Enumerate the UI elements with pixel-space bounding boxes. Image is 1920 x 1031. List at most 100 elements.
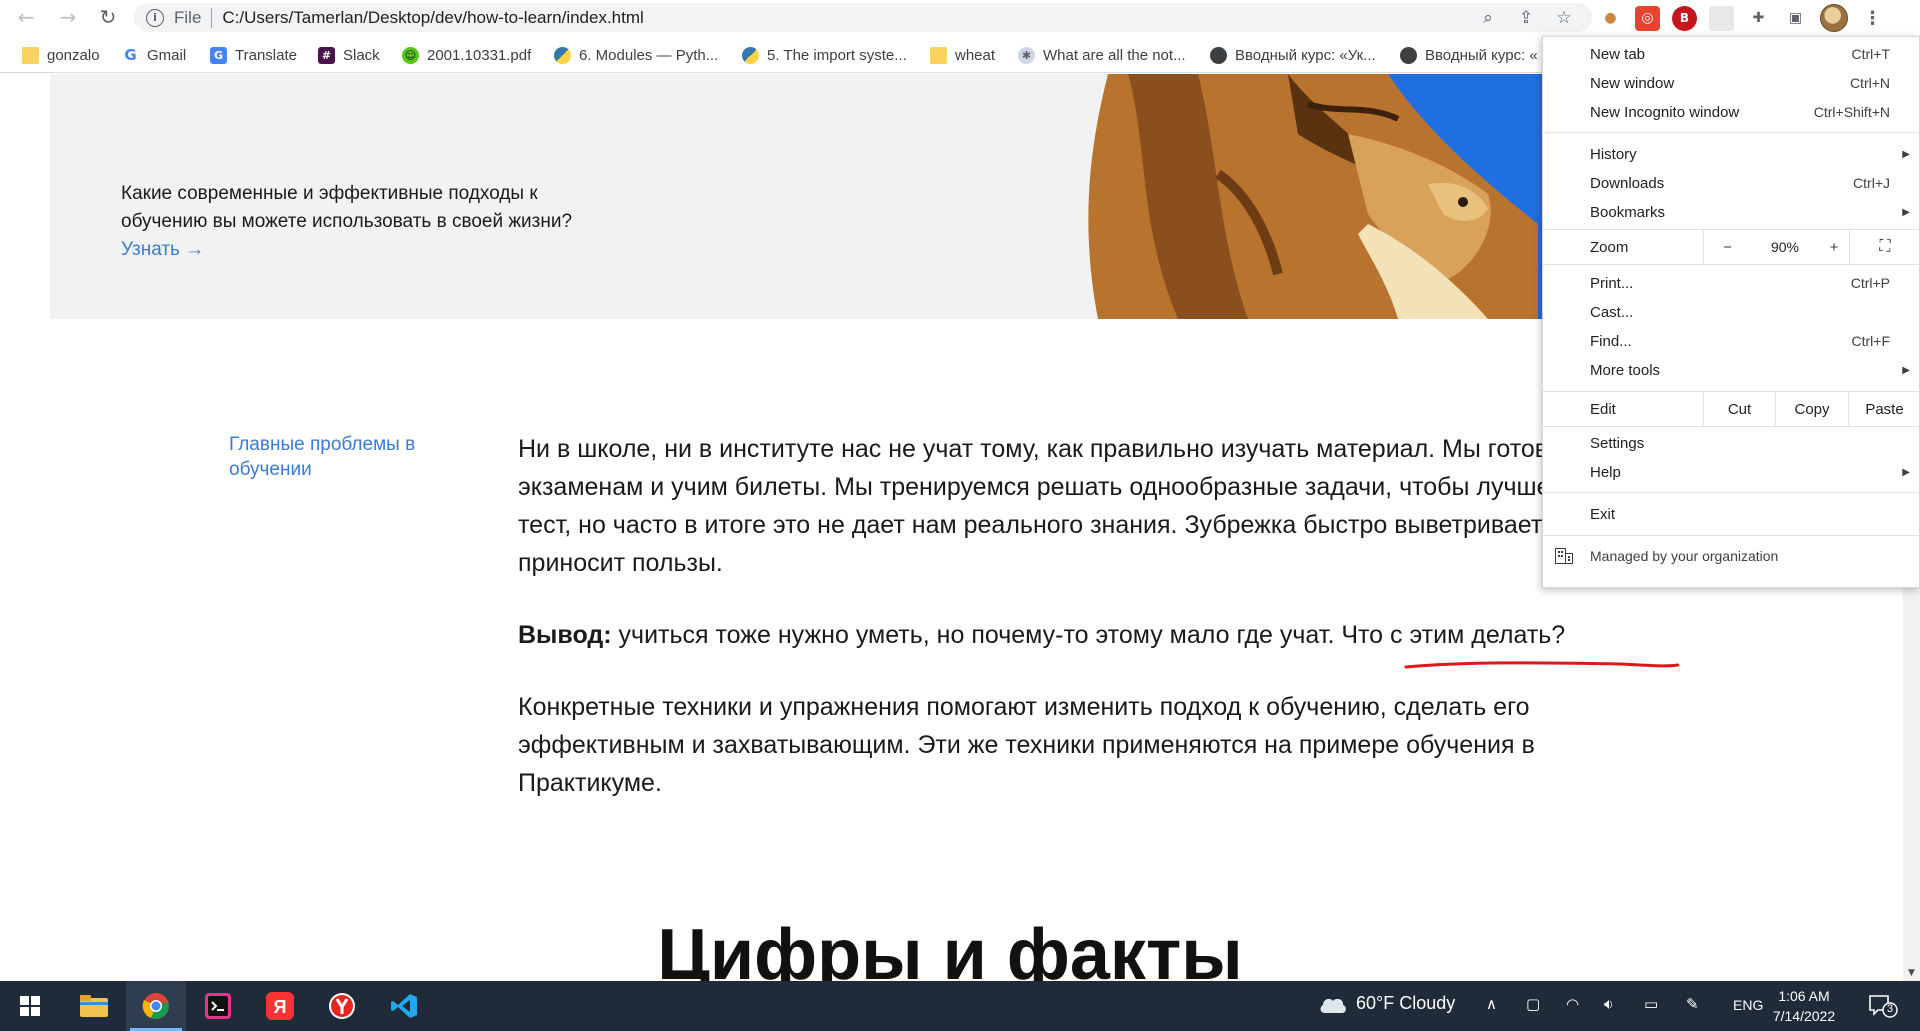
menu-item-bookmarks[interactable]: Bookmarks ▶ (1543, 198, 1920, 226)
menu-item-cast[interactable]: Cast... (1543, 298, 1920, 326)
red-extension-icon[interactable]: ◎ (1635, 5, 1660, 31)
smiley-icon: ☺ (402, 46, 419, 64)
meet-now-icon[interactable]: ▢ (1526, 995, 1540, 1013)
taskbar-vscode[interactable] (374, 981, 434, 1031)
gray-extension-icon[interactable] (1709, 5, 1734, 31)
hero-question: Какие современные и эффективные подходы … (121, 183, 573, 232)
zoom-out-button[interactable]: − (1703, 230, 1751, 264)
notification-center[interactable]: 3 (1868, 993, 1898, 1019)
menu-item-find[interactable]: Find... Ctrl+F (1543, 327, 1920, 355)
taskbar-file-explorer[interactable] (64, 981, 124, 1031)
pen-icon[interactable]: ✎ (1686, 995, 1699, 1013)
side-panel-icon[interactable]: ▣ (1783, 6, 1808, 31)
weather-widget[interactable]: 60°F Cloudy (1318, 993, 1455, 1014)
hero-text: Какие современные и эффективные подходы … (121, 180, 591, 264)
bookmark-item[interactable]: gonzalo (22, 44, 100, 66)
wifi-icon[interactable]: ◠ (1566, 995, 1579, 1013)
globe-icon: ✱ (1018, 46, 1035, 64)
menu-zoom-row: Zoom − 90% + ⛶ (1543, 229, 1920, 265)
paste-button[interactable]: Paste (1848, 392, 1920, 426)
article-body: Ни в школе, ни в институте нас не учат т… (518, 430, 1638, 836)
bookmark-label: 5. The import syste... (767, 46, 907, 64)
taskbar-terminal[interactable] (188, 981, 248, 1031)
menu-item-new-tab[interactable]: New tab Ctrl+T (1543, 40, 1920, 68)
building-icon (1555, 548, 1573, 564)
cookie-extension-icon[interactable]: ● (1598, 6, 1623, 31)
google-icon: G (124, 46, 137, 64)
bookmark-item[interactable]: G Translate (210, 44, 297, 66)
hero-banner: Какие современные и эффективные подходы … (50, 74, 1608, 319)
address-bar[interactable]: i File C:/Users/Tamerlan/Desktop/dev/how… (134, 3, 1592, 32)
scroll-down-icon[interactable]: ▼ (1903, 964, 1920, 981)
bookmark-item[interactable]: 6. Modules — Pyth... (554, 44, 718, 66)
bookmark-item[interactable]: ☺ 2001.10331.pdf (402, 44, 531, 66)
menu-shortcut: Ctrl+Shift+N (1813, 104, 1890, 120)
start-button[interactable] (0, 981, 60, 1031)
notification-count: 3 (1886, 1003, 1894, 1015)
language-indicator[interactable]: ENG (1733, 997, 1763, 1013)
clock-date: 7/14/2022 (1772, 1008, 1836, 1024)
svg-text:Я: Я (274, 997, 287, 1017)
conclusion-text: учиться тоже нужно уметь, но почему-то э… (618, 621, 1566, 649)
bookmark-item[interactable]: G Gmail (122, 44, 186, 66)
menu-item-help[interactable]: Help ▶ (1543, 458, 1920, 486)
forward-button[interactable]: → (54, 3, 82, 31)
menu-item-settings[interactable]: Settings (1543, 429, 1920, 457)
taskbar-chrome[interactable] (126, 981, 186, 1031)
reload-button[interactable]: ↻ (94, 3, 122, 31)
taskbar-clock[interactable]: 1:06 AM 7/14/2022 (1764, 986, 1844, 1026)
hero-painting (1068, 74, 1608, 319)
zoom-in-button[interactable]: + (1819, 230, 1849, 264)
windows-logo-icon (20, 996, 40, 1016)
back-button[interactable]: ← (12, 3, 40, 31)
bookmark-label: 6. Modules — Pyth... (579, 46, 719, 64)
bookmark-item[interactable]: Вводный курс: «Ук... (1210, 44, 1376, 66)
fullscreen-icon[interactable]: ⛶ (1849, 230, 1920, 264)
b-extension-icon[interactable]: B (1672, 5, 1697, 31)
menu-item-exit[interactable]: Exit (1543, 500, 1920, 528)
volume-icon[interactable]: 🔉︎ (1604, 995, 1613, 1013)
menu-item-history[interactable]: History ▶ (1543, 140, 1920, 168)
info-icon[interactable]: i (146, 8, 164, 27)
bookmark-item[interactable]: 5. The import syste... (742, 44, 907, 66)
menu-item-more-tools[interactable]: More tools ▶ (1543, 356, 1920, 384)
menu-edit-row: Edit Cut Copy Paste (1543, 391, 1920, 427)
conclusion-label: Вывод: (518, 621, 612, 649)
bookmark-label: gonzalo (47, 46, 100, 64)
submenu-arrow-icon: ▶ (1902, 148, 1910, 160)
bookmark-item[interactable]: ✱ What are all the not... (1018, 44, 1186, 66)
menu-item-print[interactable]: Print... Ctrl+P (1543, 269, 1920, 297)
copy-button[interactable]: Copy (1775, 392, 1848, 426)
zoom-icon[interactable]: ⌕ (1476, 7, 1500, 29)
taskbar-yandex-browser[interactable] (312, 981, 372, 1031)
menu-label: Settings (1590, 434, 1645, 452)
extensions-puzzle-icon[interactable]: ✚ (1746, 6, 1771, 31)
cut-button[interactable]: Cut (1703, 392, 1775, 426)
taskbar-yandex-red[interactable]: Я (250, 981, 310, 1031)
bookmark-item[interactable]: Вводный курс: « (1400, 44, 1538, 66)
toc-link-main-problems[interactable]: Главные проблемы в обучении (229, 432, 449, 482)
menu-item-incognito[interactable]: New Incognito window Ctrl+Shift+N (1543, 98, 1920, 126)
battery-icon[interactable]: ▭ (1644, 995, 1658, 1013)
url-text[interactable]: C:/Users/Tamerlan/Desktop/dev/how-to-lea… (222, 8, 643, 28)
menu-item-downloads[interactable]: Downloads Ctrl+J (1543, 169, 1920, 197)
url-separator (211, 7, 213, 28)
bookmark-label: Slack (343, 46, 380, 64)
menu-item-new-window[interactable]: New window Ctrl+N (1543, 69, 1920, 97)
share-icon[interactable]: ⇪ (1514, 7, 1538, 29)
menu-label: History (1590, 145, 1637, 163)
url-scheme: File (174, 7, 202, 27)
managed-by-org-item[interactable]: Managed by your organization (1543, 535, 1920, 575)
tray-chevron-icon[interactable]: ∧ (1486, 995, 1497, 1013)
chrome-main-menu: New tab Ctrl+T New window Ctrl+N New Incog… (1542, 36, 1920, 588)
bookmark-item[interactable]: wheat (930, 44, 995, 66)
bookmark-star-icon[interactable]: ☆ (1552, 7, 1576, 29)
section-title: Цифры и факты (657, 915, 1243, 981)
conclusion-paragraph: Вывод: учиться тоже нужно уметь, но поче… (518, 616, 1638, 654)
bookmark-item[interactable]: # Slack (318, 44, 380, 66)
menu-label: Exit (1590, 505, 1616, 523)
yandex-icon: Я (266, 992, 294, 1020)
learn-more-link[interactable]: Узнать → (121, 239, 204, 260)
menu-kebab-icon[interactable]: ⋮ (1860, 6, 1885, 31)
profile-avatar[interactable] (1820, 4, 1848, 32)
